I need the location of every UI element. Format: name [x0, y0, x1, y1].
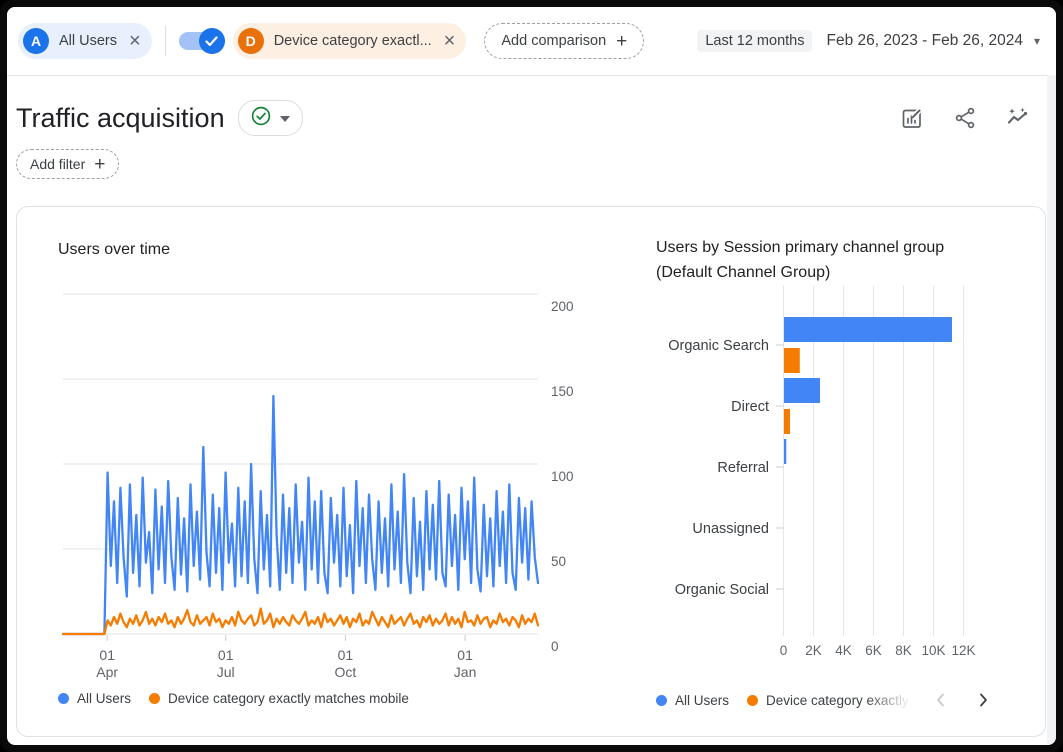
comparison-a-badge: A — [23, 28, 49, 54]
add-comparison-button[interactable]: Add comparison + — [484, 23, 644, 59]
svg-text:10K: 10K — [921, 643, 945, 658]
svg-text:150: 150 — [551, 384, 574, 399]
chevron-left-icon[interactable] — [932, 691, 950, 709]
report-actions — [900, 106, 1030, 130]
users-over-time-chart[interactable]: 20015010050001Apr01Jul01Oct01Jan — [58, 286, 580, 684]
customize-report-icon[interactable] — [900, 106, 924, 130]
legend-dot-all-users — [656, 695, 667, 706]
svg-text:Oct: Oct — [335, 664, 357, 680]
chevron-right-icon[interactable] — [974, 691, 992, 709]
svg-text:Direct: Direct — [731, 399, 769, 415]
bar-chart-title: Users by Session primary channel group (… — [656, 235, 986, 285]
bar-chart-legend: All Users Device category exactly matche… — [656, 691, 992, 709]
svg-text:Organic Search: Organic Search — [668, 338, 769, 354]
data-quality-button[interactable] — [238, 100, 303, 136]
legend-item-comparison: Device category exactly matches mobile — [149, 691, 409, 706]
caret-down-icon: ▾ — [1034, 35, 1040, 47]
legend-pagination — [932, 691, 992, 709]
comparison-d-badge: D — [238, 28, 264, 54]
remove-comparison-a-icon[interactable]: × — [129, 31, 141, 51]
svg-text:6K: 6K — [865, 643, 882, 658]
divider — [165, 26, 166, 56]
comparison-d-label: Device category exactl... — [274, 33, 432, 49]
caret-down-icon — [280, 109, 290, 127]
svg-text:0: 0 — [780, 643, 788, 658]
scrollbar-track[interactable] — [1047, 75, 1056, 745]
plus-icon: + — [616, 32, 627, 51]
svg-text:Apr: Apr — [96, 664, 118, 680]
svg-text:01: 01 — [457, 647, 473, 663]
screenshot-frame: A All Users × D Device category exactl..… — [0, 0, 1063, 752]
svg-text:Referral: Referral — [717, 460, 769, 476]
legend-dot-comparison — [747, 695, 758, 706]
comparison-chip-all-users[interactable]: A All Users × — [18, 23, 152, 59]
svg-text:2K: 2K — [805, 643, 822, 658]
svg-text:Unassigned: Unassigned — [692, 521, 769, 537]
svg-text:Organic Social: Organic Social — [675, 582, 769, 598]
channel-group-chart[interactable]: 0 2K 4K 6K 8K 10K 12K Organic Search Direct Refer… — [656, 284, 992, 674]
remove-comparison-d-icon[interactable]: × — [444, 31, 456, 51]
legend-dot-all-users — [58, 693, 69, 704]
svg-text:200: 200 — [551, 299, 574, 314]
report-header: Traffic acquisition — [7, 96, 1056, 140]
comparison-chip-device-category[interactable]: D Device category exactl... × — [233, 23, 467, 59]
plus-icon: + — [94, 155, 105, 174]
charts-card: Users over time 20015010050001Apr01Jul01… — [16, 206, 1046, 737]
svg-text:12K: 12K — [951, 643, 975, 658]
svg-text:01: 01 — [218, 647, 234, 663]
date-range-group: Last 12 months Feb 26, 2023 - Feb 26, 20… — [697, 30, 1040, 52]
comparison-bar: A All Users × D Device category exactl..… — [7, 7, 1056, 76]
toggle-thumb-check-icon — [199, 28, 225, 54]
svg-text:Jan: Jan — [454, 664, 477, 680]
line-chart-legend: All Users Device category exactly matche… — [58, 691, 409, 706]
svg-text:4K: 4K — [835, 643, 852, 658]
svg-text:8K: 8K — [895, 643, 912, 658]
date-range-text: Feb 26, 2023 - Feb 26, 2024 — [826, 32, 1022, 50]
svg-text:Jul: Jul — [217, 664, 235, 680]
svg-text:100: 100 — [551, 469, 574, 484]
comparison-a-label: All Users — [59, 33, 117, 49]
analytics-report-window: A All Users × D Device category exactl..… — [7, 7, 1056, 745]
date-preset-label: Last 12 months — [697, 30, 812, 52]
page-title: Traffic acquisition — [16, 103, 225, 134]
svg-text:01: 01 — [99, 647, 115, 663]
legend-dot-comparison — [149, 693, 160, 704]
add-filter-button[interactable]: Add filter + — [16, 149, 119, 179]
share-icon[interactable] — [953, 106, 977, 130]
comparison-d-toggle[interactable] — [179, 28, 223, 54]
check-circle-icon — [251, 106, 271, 131]
svg-text:0: 0 — [551, 639, 559, 654]
svg-text:01: 01 — [338, 647, 354, 663]
legend-item-all-users: All Users — [58, 691, 131, 706]
add-comparison-label: Add comparison — [501, 33, 606, 49]
date-range-selector[interactable]: Feb 26, 2023 - Feb 26, 2024 ▾ — [826, 32, 1040, 50]
line-chart-title: Users over time — [58, 237, 170, 262]
insights-icon[interactable] — [1006, 106, 1030, 130]
legend-item-all-users: All Users — [656, 693, 729, 708]
svg-text:50: 50 — [551, 554, 566, 569]
legend-item-comparison: Device category exactly matches mobile — [747, 693, 914, 708]
add-filter-label: Add filter — [30, 156, 85, 172]
